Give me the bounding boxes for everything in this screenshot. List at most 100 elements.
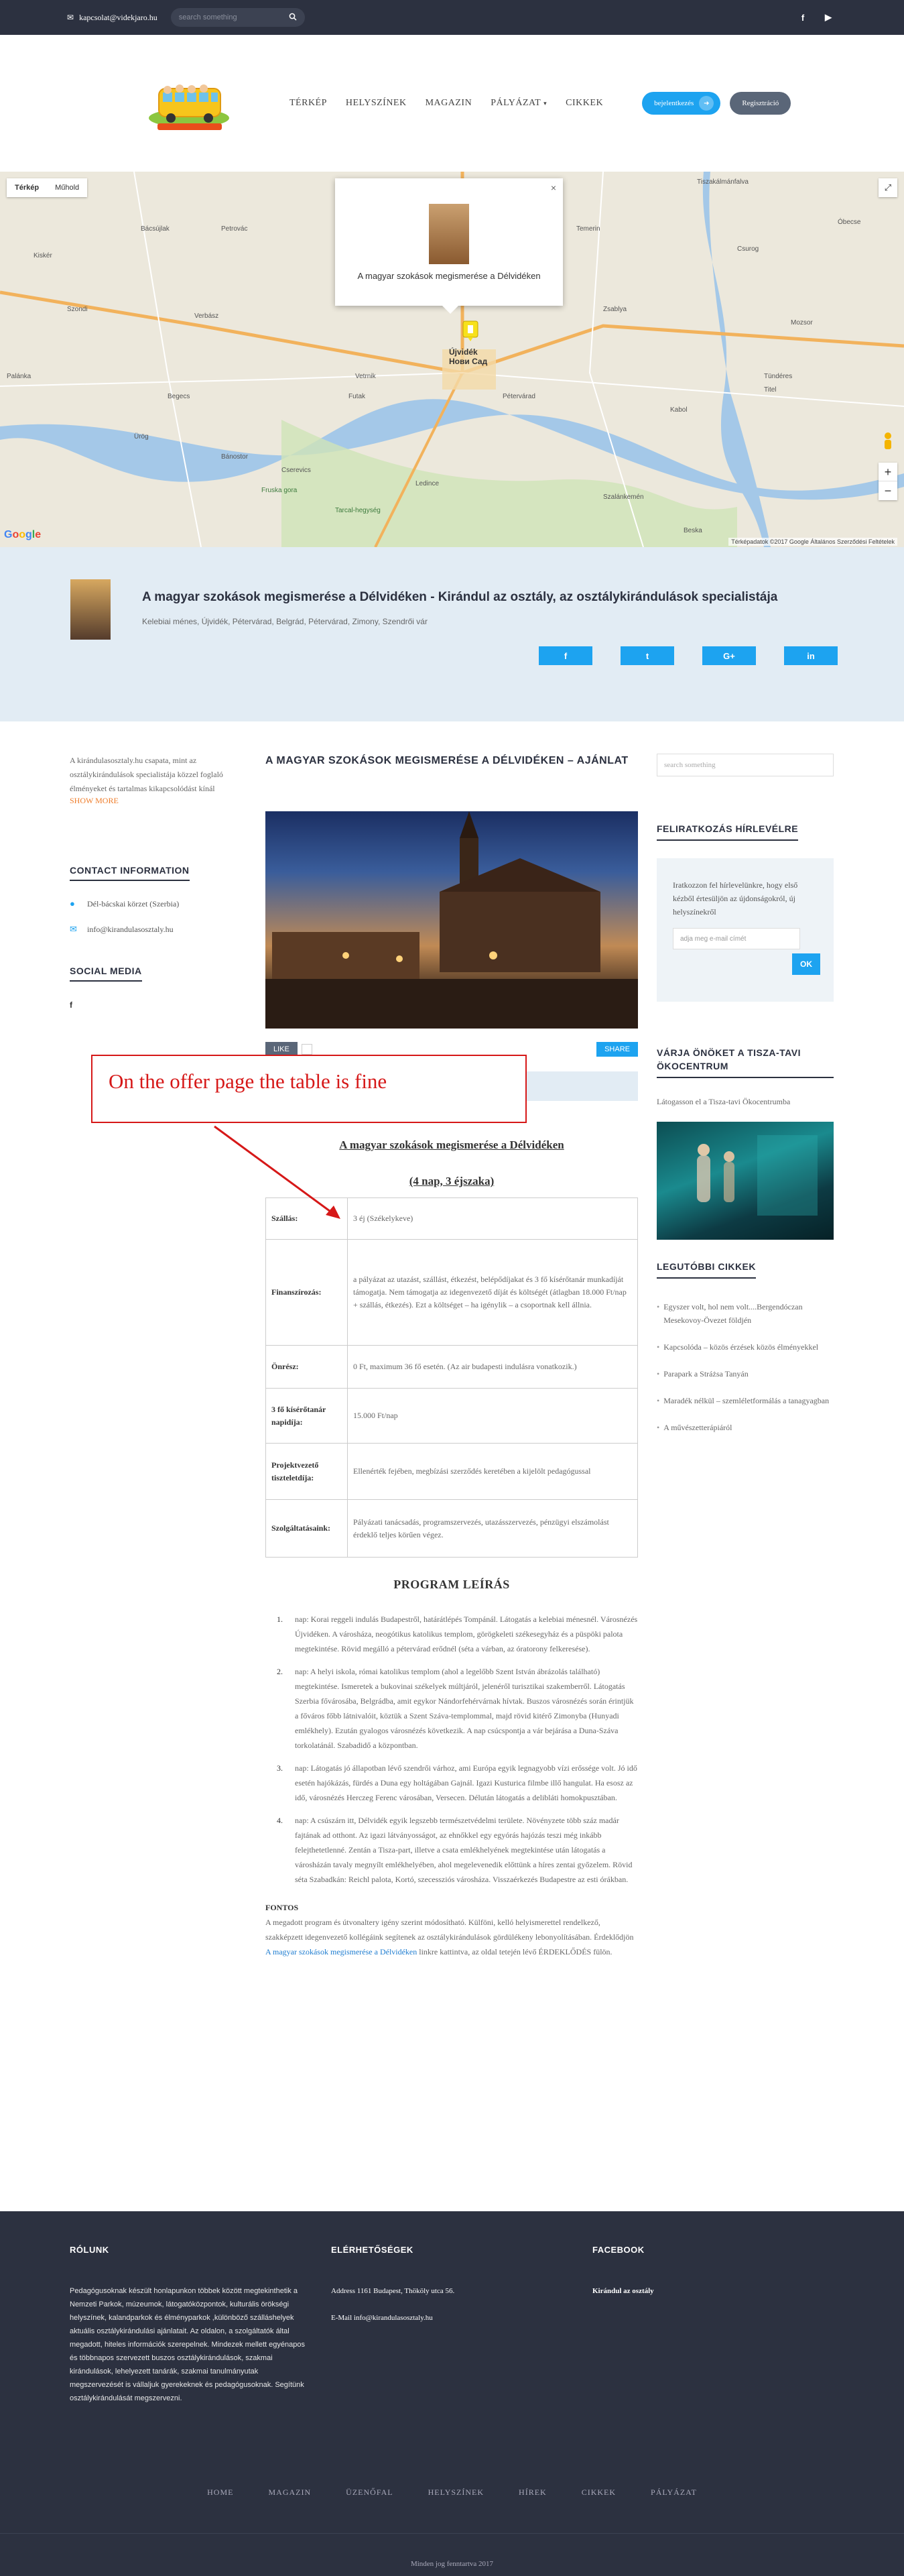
important-note: FONTOS A megadott program és útvonaltery… [265,1900,638,1959]
login-label: bejelentkezés [654,99,694,107]
day-text: nap: Látogatás jó állapotban lévő szendr… [295,1763,637,1802]
listing-subtitle: Kelebiai ménes, Újvidék, Pétervárad, Bel… [142,617,428,626]
day-number: 3. [277,1763,283,1773]
sidebar-search-input[interactable]: search something [657,754,834,776]
google-logo: Google [4,526,44,543]
recent-heading: LEGUTÓBBI CIKKEK [657,1260,756,1279]
google-map[interactable]: Térkép Műhold Újvidék Нови Сад Petrovác … [0,172,904,547]
list-item: 1. nap: Korai reggeli indulás Budapestről… [265,1612,638,1656]
map-info-popup: × A magyar szokások megismerése a Délvid… [335,178,563,314]
share-googleplus-button[interactable]: G+ [702,646,756,665]
topbar-search-input[interactable]: search something [170,8,305,27]
topbar-email[interactable]: ✉ kapcsolat@videkjaro.hu [67,13,157,23]
map-label: Palánka [7,373,31,380]
contact-address-text: Dél-bácskai körzet (Szerbia) [87,898,180,909]
map-terms[interactable]: Térképadatok ©2017 Google Általános Szer… [728,538,897,546]
footer-facebook-link[interactable]: Kirándul az osztály [592,2284,793,2298]
nav-item-helyszinek[interactable]: HELYSZÍNEK [346,98,407,109]
footer-nav-cikkek[interactable]: CIKKEK [582,2487,616,2497]
main-content: A kirándulasosztaly.hu csapata, mint az … [0,721,904,2178]
search-icon[interactable] [289,13,297,23]
map-type-satellite-button[interactable]: Műhold [47,178,87,197]
map-label: Szondi [67,306,88,313]
table-value: 0 Ft, maximum 36 fő esetén. (Az air buda… [347,1345,638,1389]
nav-item-terkep[interactable]: TÉRKÉP [289,98,327,109]
map-type-map-button[interactable]: Térkép [7,178,47,197]
bullet-icon: • [657,1423,660,1432]
tisza-photo[interactable] [657,1122,834,1240]
list-item[interactable]: • Kapcsolódа – közös érzések közös élmény… [657,1334,834,1360]
fullscreen-icon[interactable]: ⤢ [879,178,897,197]
table-value: 3 éj (Székelykeve) [347,1197,638,1240]
map-label: Szalánkemén [603,493,644,501]
close-icon[interactable]: × [551,182,556,193]
offer-link[interactable]: A magyar szokások megismerése a Délvidék… [265,1947,417,1956]
recent-item-text: Kapcsolódа – közös érzések közös élménye… [663,1342,819,1352]
map-label: Vetrnik [355,373,376,380]
map-label: Нови Сад [449,357,488,366]
list-item[interactable]: • A művészetterápiáról [657,1414,834,1441]
annotation-arrow [214,1125,340,1219]
newsletter-ok-button[interactable]: OK [792,953,820,975]
newsletter-text: Iratkozzon fel hírlevelünkre, hogy első … [673,880,798,917]
recent-item-text: A művészetterápiáról [663,1423,732,1432]
street-view-icon[interactable] [881,432,895,453]
contact-list: ● Dél-bácskai körzet (Szerbia) ✉ info@kira… [70,898,224,935]
footer-nav-home[interactable]: HOME [207,2487,233,2497]
footer-about-text: Pedagógusoknak készült honlapunkon többe… [70,2287,305,2402]
site-logo[interactable] [144,70,235,137]
nav-item-magazin[interactable]: MAGAZIN [426,98,472,109]
tisza-heading: VÁRJA ÖNÖKET A TISZA-TAVI ÖKOCENTRUM [657,1046,834,1078]
list-item[interactable]: • Maradék nélkül – szemléletformálás a ta… [657,1387,834,1414]
listing-title: A magyar szokások megismerése a Délvidék… [142,590,778,604]
article: A MAGYAR SZOKÁSOK MEGISMERÉSE A DÉLVIDÉK… [265,754,638,1959]
map-marker-icon[interactable] [462,320,478,342]
footer-nav-magazin[interactable]: MAGAZIN [268,2487,311,2497]
bullet-icon: • [657,1342,660,1352]
table-value: Pályázati tanácsadás, programszervezés, … [347,1499,638,1558]
show-more-link[interactable]: SHOW MORE [70,796,224,806]
recent-list: • Egyszer volt, hol nem volt....Bergendóc… [657,1293,834,1441]
map-label: Ledince [415,480,440,487]
footer-facebook-heading: FACEBOOK [592,2245,645,2255]
annotation-callout: On the offer page the table is fine [91,1055,527,1123]
share-twitter-button[interactable]: t [621,646,674,665]
table-row: Finanszírozás: a pályázat az utazást, szá… [265,1239,638,1346]
nav-item-cikkek[interactable]: CIKKEK [566,98,603,109]
share-button[interactable]: SHARE [596,1042,638,1057]
footer-nav-helyszinek[interactable]: HELYSZÍNEK [428,2487,484,2497]
register-button[interactable]: Regisztráció [730,92,791,115]
right-sidebar: search something FELIRATKOZÁS HÍRLEVÉLRE… [657,754,834,1441]
youtube-icon[interactable]: ▶ [820,9,837,26]
footer-email[interactable]: E-Mail info@kirandulasosztaly.hu [331,2314,532,2322]
facebook-icon[interactable]: f [794,9,812,26]
contact-email[interactable]: ✉ info@kirandulasosztaly.hu [70,924,224,935]
footer-nav-uzenofal[interactable]: ÜZENŐFAL [346,2487,393,2497]
list-item[interactable]: • Egyszer volt, hol nem volt....Bergendóc… [657,1293,834,1334]
popup-title[interactable]: A magyar szokások megismerése a Délvidék… [335,271,563,281]
zoom-in-button[interactable]: + [879,463,897,481]
list-item: 3. nap: Látogatás jó állapotban lévő szen… [265,1761,638,1805]
list-item[interactable]: • Parapark a Stráżsa Tanyán [657,1360,834,1387]
popup-thumbnail [429,204,469,264]
tisza-text[interactable]: Látogasson el a Tisza-tavi Ökocentrumba [657,1097,834,1107]
table-key: Önrész: [265,1345,348,1389]
nav-item-palyazat[interactable]: PÁLYÁZAT ▾ [491,98,547,109]
contact-address: ● Dél-bácskai körzet (Szerbia) [70,898,224,909]
facebook-icon[interactable]: f [70,1000,224,1010]
footer-nav-palyazat[interactable]: PÁLYÁZAT [651,2487,697,2497]
day-text: nap: A helyi iskola, római katolikus tem… [295,1667,634,1750]
arrow-right-icon: ➜ [699,96,714,111]
table-value: 15.000 Ft/nap [347,1388,638,1444]
zoom-out-button[interactable]: − [879,481,897,500]
share-linkedin-button[interactable]: in [784,646,838,665]
social-heading: SOCIAL MEDIA [70,965,142,982]
svg-text:Google: Google [4,529,41,540]
footer-nav-hirek[interactable]: HÍREK [519,2487,547,2497]
list-item: 4. nap: A csúszárn itt, Délvidék egyik le… [265,1813,638,1887]
important-text-b: linkre kattintva, az oldal tetején lévő … [417,1947,612,1956]
share-facebook-button[interactable]: f [539,646,592,665]
login-button[interactable]: bejelentkezés ➜ [642,92,721,115]
newsletter-email-input[interactable]: adja meg e-mail címét [673,928,800,949]
day-number: 4. [277,1816,283,1825]
